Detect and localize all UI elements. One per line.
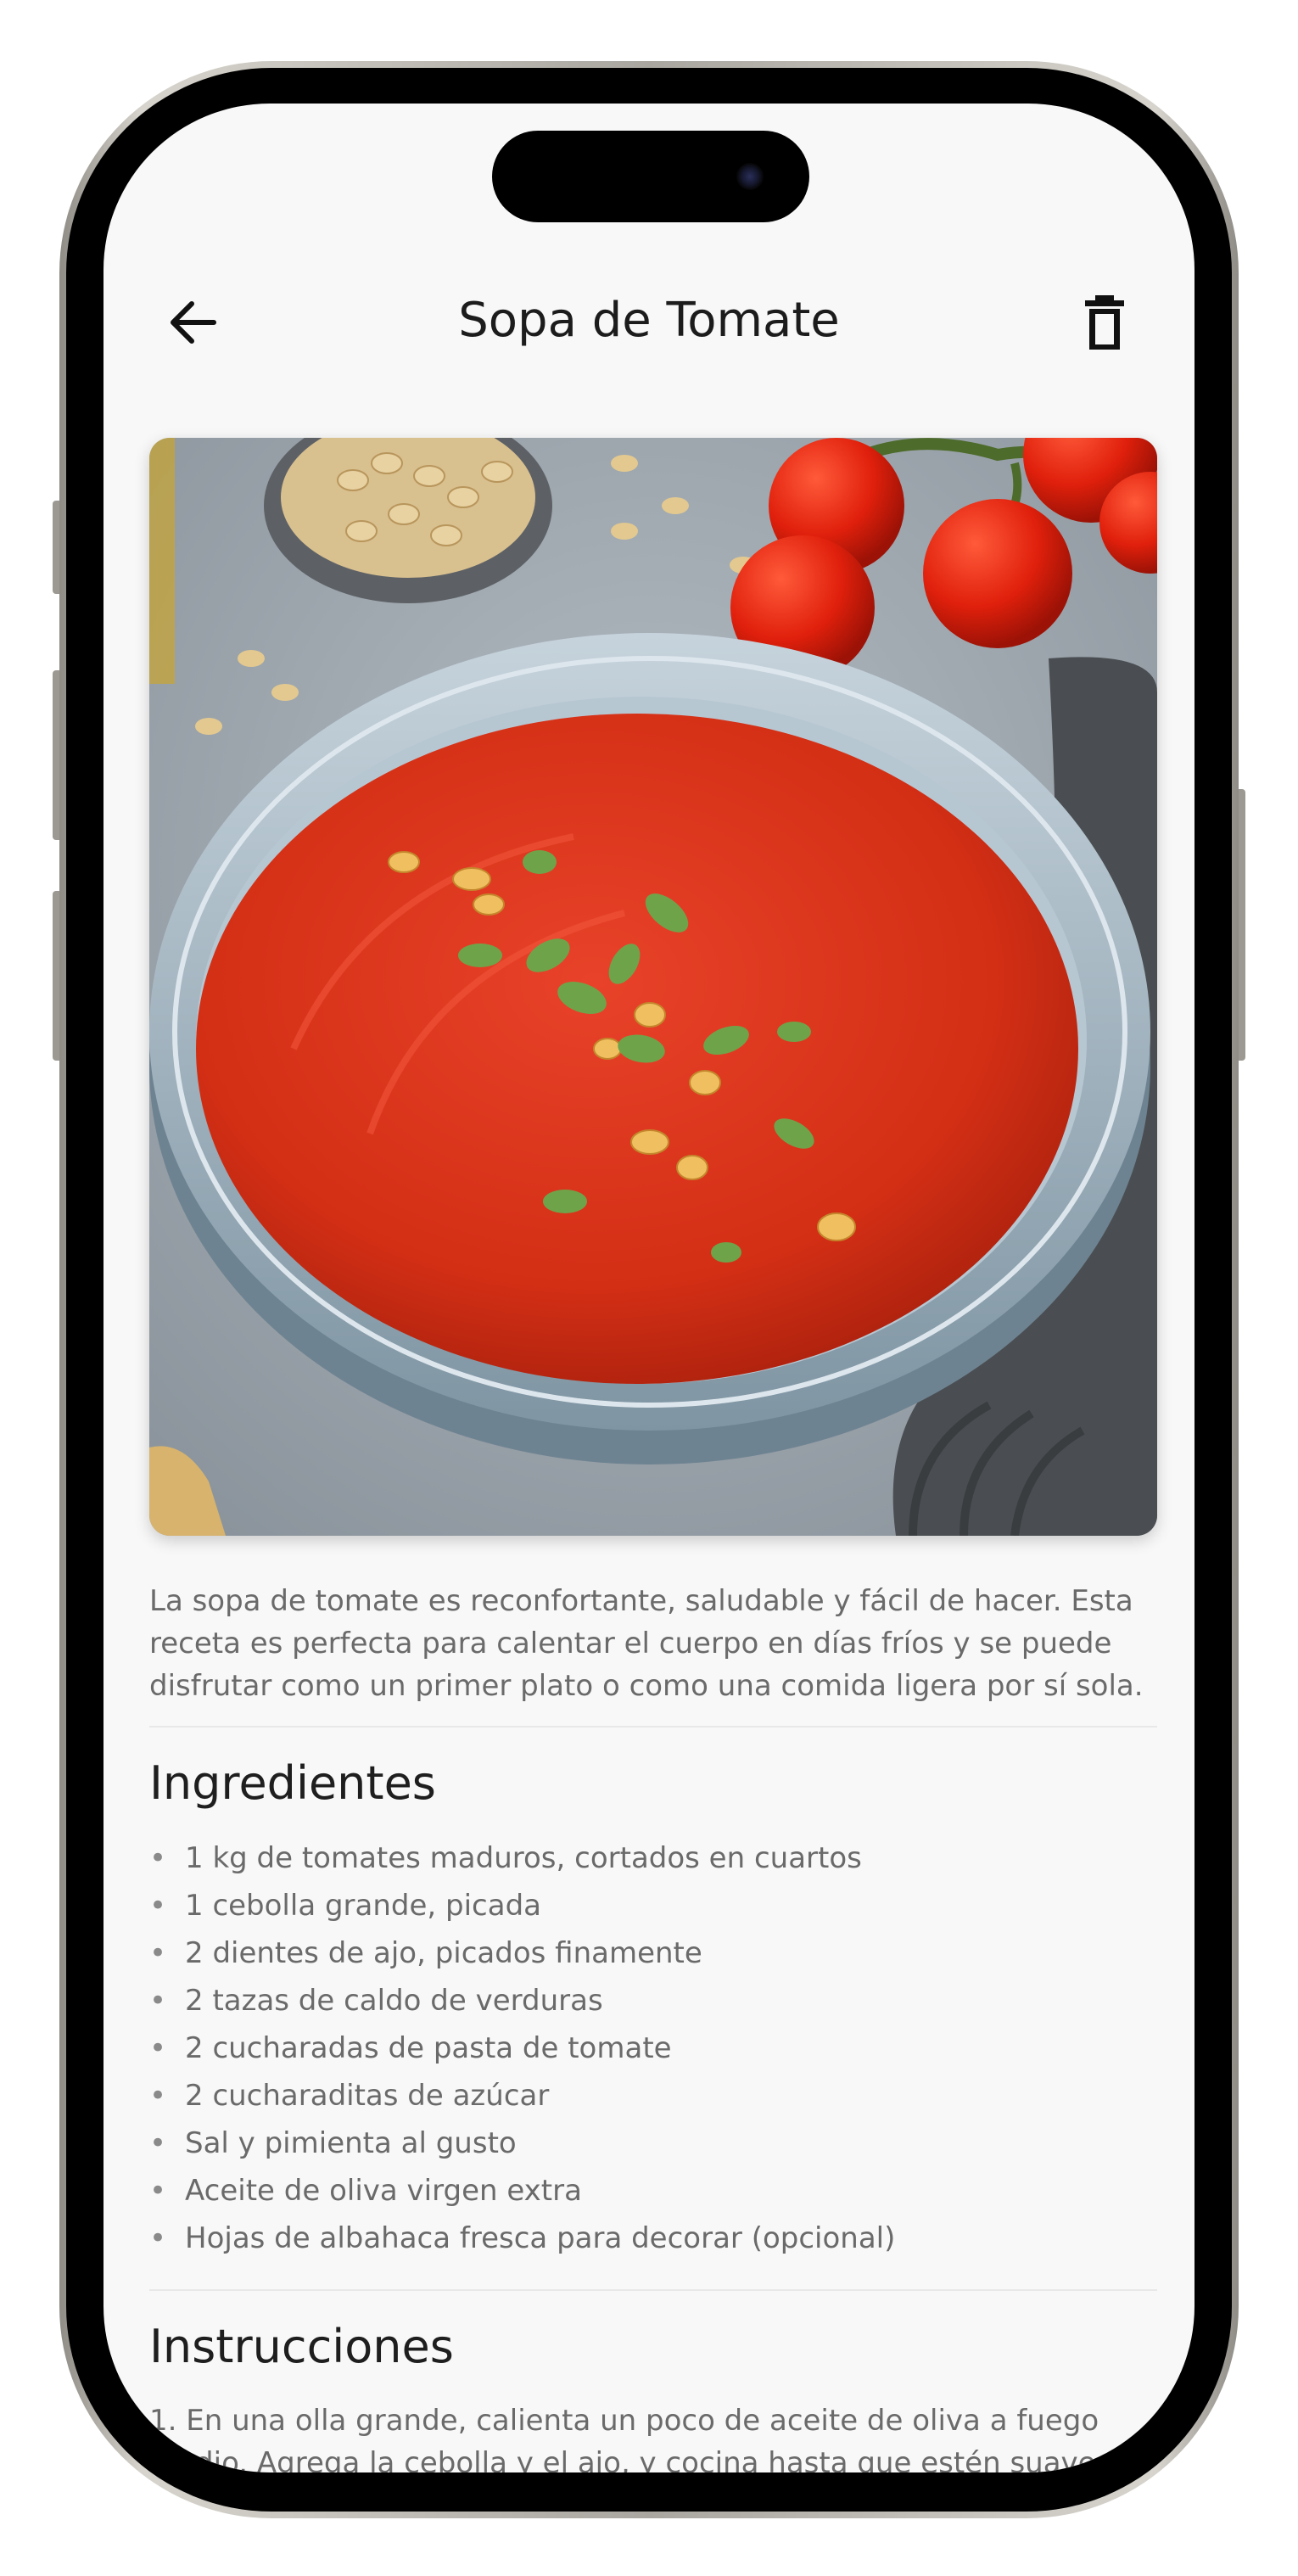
ingredient-item: • 1 kg de tomates maduros, cortados en cu…: [149, 1841, 862, 1875]
page-title: Sopa de Tomate: [458, 293, 840, 348]
ingredients-heading: Ingredientes: [149, 1756, 436, 1810]
ingredient-item: • 1 cebolla grande, picada: [149, 1889, 542, 1923]
recipe-description: La sopa de tomate es reconfortante, salu…: [149, 1584, 1144, 1703]
ingredient-item: • Sal y pimienta al gusto: [149, 2126, 517, 2160]
ingredient-item: • 2 tazas de caldo de verduras: [149, 1984, 603, 2018]
divider: [149, 2289, 1157, 2291]
ingredient-item: • 2 cucharaditas de azúcar: [149, 2079, 550, 2113]
dynamic-island: [492, 131, 809, 222]
ingredients-list: • 1 kg de tomates maduros, cortados en cu…: [149, 1834, 1157, 2262]
recipe-image: [149, 438, 1157, 1536]
recipe-content: La sopa de tomate es reconfortante, salu…: [149, 1580, 1157, 2472]
app-screen: Sopa de Tomate La sopa de tomate es reco…: [104, 104, 1194, 2472]
ingredient-item: • Hojas de albahaca fresca para decorar (…: [149, 2221, 896, 2255]
trash-icon: [1085, 295, 1124, 350]
ingredient-item: • 2 cucharadas de pasta de tomate: [149, 2031, 672, 2065]
divider: [149, 1726, 1157, 1728]
camera-icon: [736, 163, 764, 190]
instruction-step: 1. En una olla grande, calienta un poco …: [149, 2404, 1138, 2472]
ingredient-item: • 2 dientes de ajo, picados finamente: [149, 1936, 702, 1970]
instructions-heading: Instrucciones: [149, 2320, 454, 2373]
ingredient-item: • Aceite de oliva virgen extra: [149, 2174, 582, 2208]
delete-button[interactable]: [1071, 288, 1139, 356]
